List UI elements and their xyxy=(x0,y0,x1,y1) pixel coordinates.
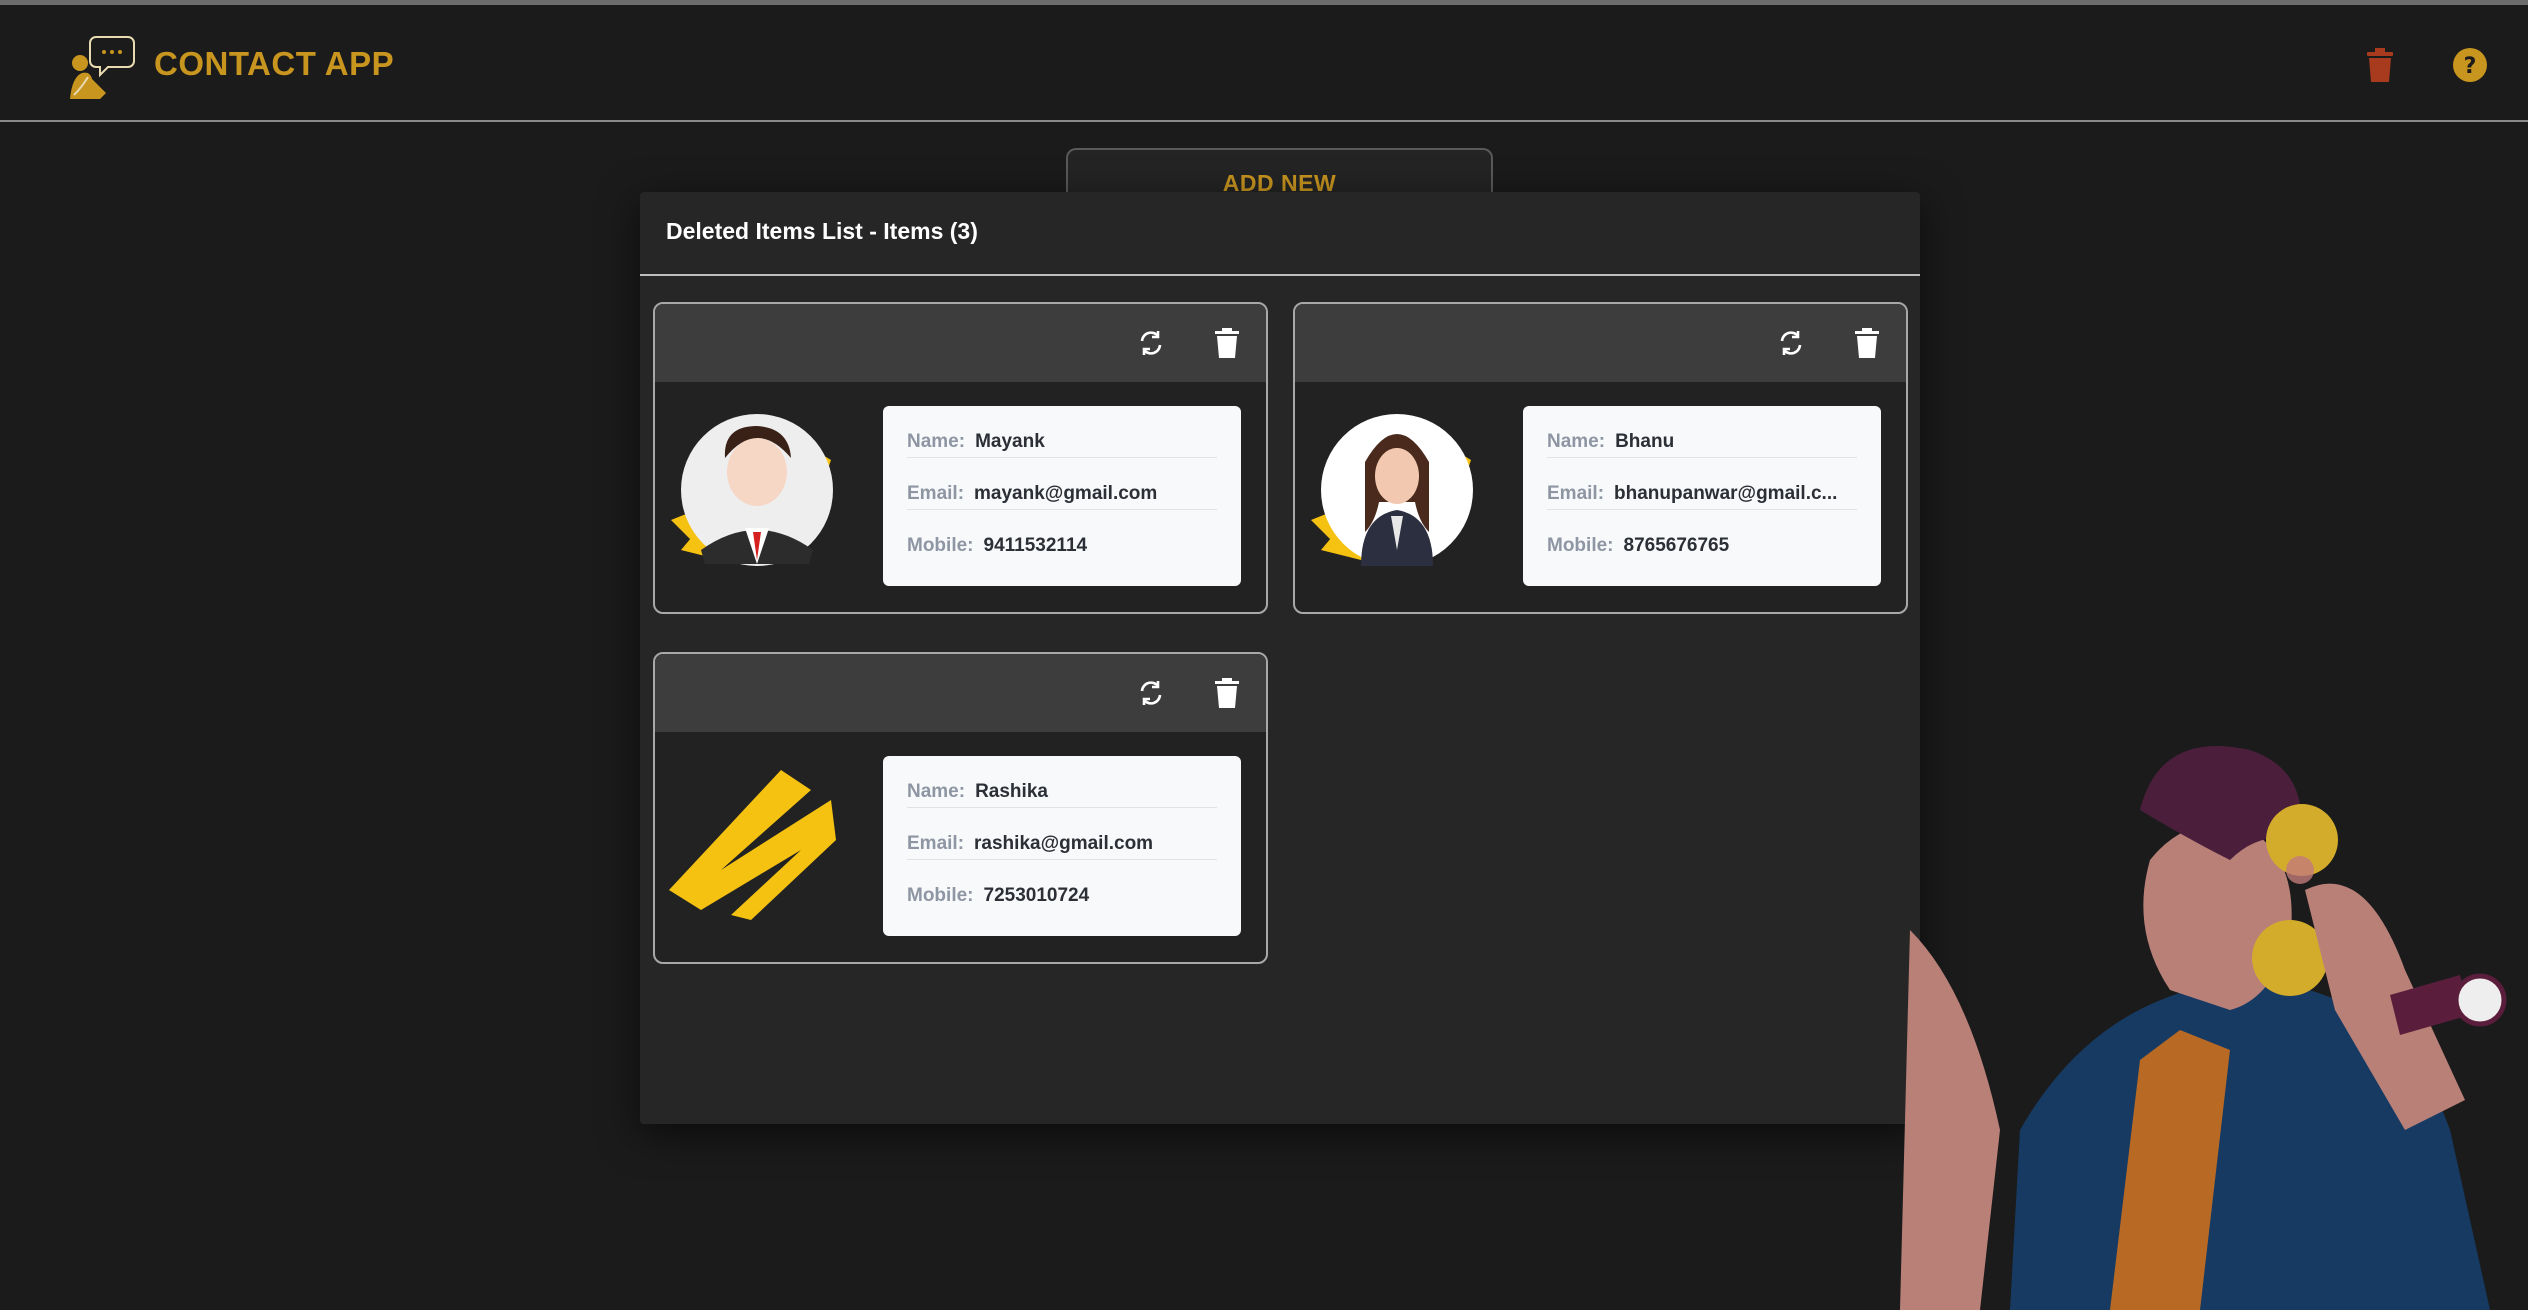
name-value: Rashika xyxy=(975,781,1048,802)
contact-info: Name: Mayank Email: mayank@gmail.com Mobil… xyxy=(883,406,1241,586)
name-row: Name: Mayank xyxy=(907,406,1217,458)
delete-icon[interactable] xyxy=(1214,678,1240,708)
card-toolbar xyxy=(655,654,1266,732)
card-toolbar xyxy=(655,304,1266,382)
female-avatar xyxy=(1311,414,1473,566)
mobile-label: Mobile: xyxy=(907,885,974,906)
male-avatar xyxy=(671,414,833,566)
mobile-value: 8765676765 xyxy=(1623,535,1730,556)
trash-icon[interactable] xyxy=(2365,48,2395,84)
help-icon[interactable]: ? xyxy=(2452,47,2488,83)
modal-title: Deleted Items List - Items (3) xyxy=(666,218,978,244)
email-label: Email: xyxy=(907,483,965,504)
mobile-row: Mobile: 9411532114 xyxy=(907,510,1217,562)
deleted-items-modal: Deleted Items List - Items (3) Name: May… xyxy=(640,192,1920,1124)
modal-header: Deleted Items List - Items (3) xyxy=(640,192,1920,276)
name-row: Name: Bhanu xyxy=(1547,406,1857,458)
mobile-value: 9411532114 xyxy=(983,535,1088,556)
card-toolbar xyxy=(1295,304,1906,382)
mobile-label: Mobile: xyxy=(1547,535,1614,556)
email-value: mayank@gmail.com xyxy=(974,483,1158,504)
name-value: Bhanu xyxy=(1615,431,1675,452)
name-label: Name: xyxy=(1547,431,1606,452)
contact-logo-icon xyxy=(70,36,135,99)
name-label: Name: xyxy=(907,781,966,802)
app-header: CONTACT APP ? xyxy=(0,5,2528,122)
email-value: bhanupanwar@gmail.c... xyxy=(1614,483,1838,504)
name-value: Mayank xyxy=(975,431,1045,452)
deleted-contact-card: Name: Bhanu Email: bhanupanwar@gmail.c... … xyxy=(1293,302,1908,614)
email-label: Email: xyxy=(1547,483,1605,504)
app-title: CONTACT APP xyxy=(154,45,395,82)
name-label: Name: xyxy=(907,431,966,452)
restore-icon[interactable] xyxy=(1136,678,1166,708)
contact-info: Name: Rashika Email: rashika@gmail.com Mob… xyxy=(883,756,1241,936)
email-row: Email: bhanupanwar@gmail.c... xyxy=(1547,458,1857,510)
avatar-placeholder xyxy=(669,770,836,920)
delete-icon[interactable] xyxy=(1214,328,1240,358)
restore-icon[interactable] xyxy=(1136,328,1166,358)
contact-info: Name: Bhanu Email: bhanupanwar@gmail.c... … xyxy=(1523,406,1881,586)
svg-text:?: ? xyxy=(2464,54,2477,79)
delete-icon[interactable] xyxy=(1854,328,1880,358)
name-row: Name: Rashika xyxy=(907,756,1217,808)
mobile-value: 7253010724 xyxy=(983,885,1090,906)
person-on-phone-illustration xyxy=(1900,746,2507,1310)
email-row: Email: mayank@gmail.com xyxy=(907,458,1217,510)
email-label: Email: xyxy=(907,833,965,854)
email-value: rashika@gmail.com xyxy=(974,833,1154,854)
mobile-row: Mobile: 8765676765 xyxy=(1547,510,1857,562)
mobile-row: Mobile: 7253010724 xyxy=(907,860,1217,912)
deleted-contact-card: Name: Rashika Email: rashika@gmail.com Mob… xyxy=(653,652,1268,964)
restore-icon[interactable] xyxy=(1776,328,1806,358)
email-row: Email: rashika@gmail.com xyxy=(907,808,1217,860)
mobile-label: Mobile: xyxy=(907,535,974,556)
deleted-contact-card: Name: Mayank Email: mayank@gmail.com Mobil… xyxy=(653,302,1268,614)
